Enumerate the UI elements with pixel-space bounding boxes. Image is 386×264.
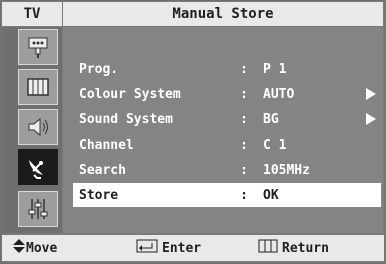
row-value: OK	[263, 187, 279, 203]
row-value: P 1	[263, 61, 287, 77]
row-label: Colour System	[79, 86, 181, 102]
tv-tab: TV	[2, 2, 62, 26]
menu-row-store[interactable]: Store : OK	[73, 183, 381, 207]
enter-icon	[136, 238, 158, 258]
antenna-input-icon[interactable]	[18, 29, 58, 65]
sidebar	[2, 27, 62, 233]
return-hint: Return	[258, 235, 329, 261]
row-colon: :	[240, 137, 248, 153]
bottom-hint-bar: Move Enter Return	[2, 235, 384, 261]
osd-menu-frame: TV Manual Store Prog. : P 1 Colour Syste…	[0, 0, 386, 264]
menu-row-sound-system[interactable]: Sound System : BG	[73, 107, 381, 131]
picture-grid-icon[interactable]	[18, 69, 58, 105]
row-label: Sound System	[79, 111, 173, 127]
settings-panel: Prog. : P 1 Colour System : AUTO Sound S…	[63, 27, 383, 233]
row-colon: :	[240, 61, 248, 77]
enter-label: Enter	[162, 240, 202, 256]
menu-row-channel[interactable]: Channel : C 1	[73, 133, 381, 157]
row-value: BG	[263, 111, 279, 127]
row-colon: :	[240, 162, 248, 178]
row-label: Channel	[79, 137, 134, 153]
row-colon: :	[240, 86, 248, 102]
return-label: Return	[282, 240, 329, 256]
right-arrow-icon[interactable]	[363, 87, 379, 101]
menu-row-prog[interactable]: Prog. : P 1	[73, 57, 381, 81]
row-colon: :	[240, 187, 248, 203]
move-hint: Move	[12, 235, 57, 261]
equalizer-sliders-icon[interactable]	[18, 191, 58, 227]
menu-row-colour-system[interactable]: Colour System : AUTO	[73, 82, 381, 106]
row-value: 105MHz	[263, 162, 310, 178]
right-arrow-icon[interactable]	[363, 112, 379, 126]
row-value: C 1	[263, 137, 287, 153]
enter-hint: Enter	[136, 235, 201, 261]
move-label: Move	[26, 240, 58, 256]
row-label: Search	[79, 162, 126, 178]
speaker-icon[interactable]	[18, 109, 58, 145]
menu-title: Manual Store	[63, 2, 383, 26]
menu-grid-icon	[258, 239, 278, 257]
row-colon: :	[240, 111, 248, 127]
updown-arrow-icon	[12, 238, 26, 258]
row-label: Prog.	[79, 61, 119, 77]
row-value: AUTO	[263, 86, 295, 102]
satellite-dish-icon[interactable]	[18, 149, 58, 185]
row-label: Store	[79, 187, 119, 203]
menu-row-search[interactable]: Search : 105MHz	[73, 158, 381, 182]
